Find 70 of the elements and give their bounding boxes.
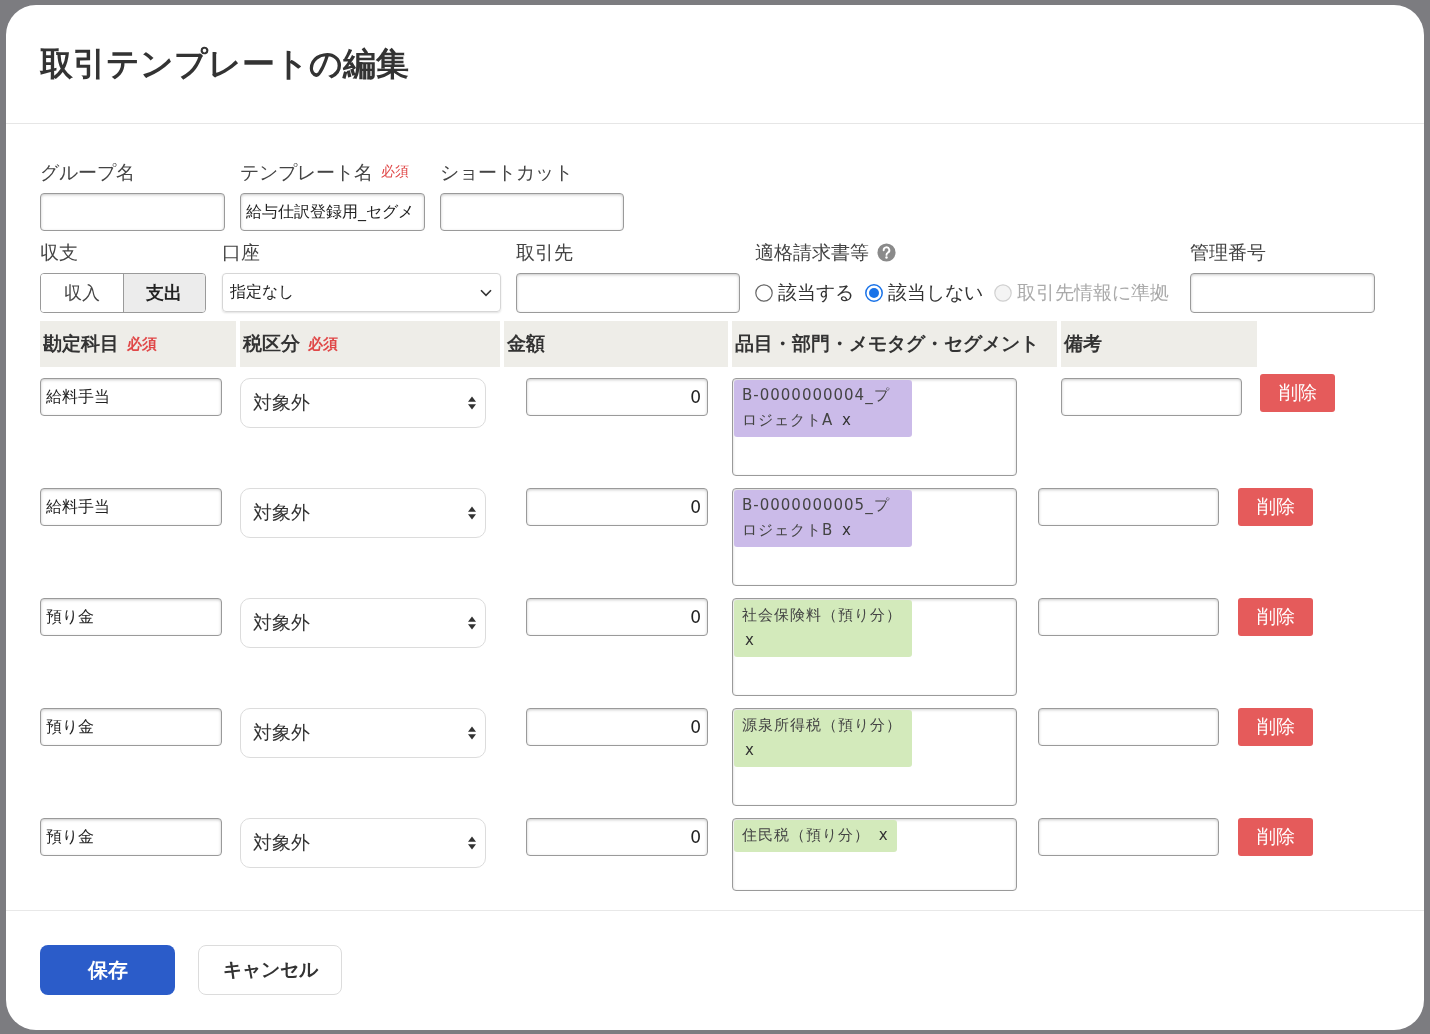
note-field[interactable]	[1038, 818, 1219, 856]
tag-chip[interactable]: B-0000000004_プロジェクトA x	[734, 380, 912, 437]
required-label: 必須	[127, 334, 157, 354]
field-label: 取引先	[516, 240, 573, 264]
delete-button[interactable]: 削除	[1238, 488, 1313, 526]
delete-button[interactable]: 削除	[1238, 818, 1313, 856]
delete-button[interactable]: 削除	[1238, 598, 1313, 636]
tag-input-field[interactable]: B-0000000005_プロジェクトB x	[732, 488, 1017, 586]
account-field[interactable]: 預り金	[40, 708, 222, 746]
help-icon[interactable]	[877, 242, 896, 262]
amount-field[interactable]: 0	[526, 378, 708, 416]
tax-select[interactable]: 対象外	[240, 488, 486, 538]
up-down-arrows-icon	[468, 836, 476, 850]
up-down-arrows-icon	[468, 616, 476, 630]
account-field[interactable]: 預り金	[40, 598, 222, 636]
note-field[interactable]	[1061, 378, 1242, 416]
tax-select[interactable]: 対象外	[240, 708, 486, 758]
amount-field[interactable]: 0	[526, 598, 708, 636]
note-field[interactable]	[1038, 488, 1219, 526]
amount-field[interactable]: 0	[526, 818, 708, 856]
input-field[interactable]	[40, 193, 225, 231]
tax-select[interactable]: 対象外	[240, 598, 486, 648]
amount-field[interactable]: 0	[526, 488, 708, 526]
delete-button[interactable]: 削除	[1260, 374, 1335, 412]
save-button[interactable]: 保存	[40, 945, 175, 995]
field-label: 口座	[222, 240, 260, 264]
column-title: 勘定科目	[43, 331, 119, 356]
field-label: 適格請求書等	[755, 240, 869, 264]
tag-chip[interactable]: 社会保険料（預り分） x	[734, 600, 912, 657]
tag-chip[interactable]: 源泉所得税（預り分） x	[734, 710, 912, 767]
field-label: 管理番号	[1190, 240, 1266, 264]
radio-option[interactable]: 該当しない	[865, 280, 983, 306]
note-field[interactable]	[1038, 708, 1219, 746]
account-field[interactable]: 預り金	[40, 818, 222, 856]
account-field[interactable]: 給料手当	[40, 488, 222, 526]
input-field[interactable]	[1190, 273, 1375, 313]
tag-input-field[interactable]: 源泉所得税（預り分） x	[732, 708, 1017, 806]
radio-option[interactable]: 該当する	[755, 280, 854, 306]
amount-field[interactable]: 0	[526, 708, 708, 746]
up-down-arrows-icon	[468, 396, 476, 410]
chevron-down-icon	[480, 288, 492, 297]
required-label: 必須	[381, 163, 409, 181]
input-field[interactable]	[440, 193, 624, 231]
column-title: 備考	[1064, 331, 1102, 356]
cancel-button[interactable]: キャンセル	[198, 945, 342, 995]
field-label: グループ名	[40, 160, 135, 184]
field-label: テンプレート名	[240, 160, 373, 184]
field-label: ショートカット	[440, 160, 573, 184]
tag-input-field[interactable]: 住民税（預り分） x	[732, 818, 1017, 891]
field-label: 収支	[40, 240, 78, 264]
input-field[interactable]: 給与仕訳登録用_セグメ	[240, 193, 425, 231]
segment-button[interactable]: 支出	[122, 274, 205, 312]
column-title: 品目・部門・メモタグ・セグメント	[735, 331, 1039, 356]
required-label: 必須	[308, 334, 338, 354]
tax-select[interactable]: 対象外	[240, 378, 486, 428]
note-field[interactable]	[1038, 598, 1219, 636]
column-title: 税区分	[243, 331, 300, 356]
tag-input-field[interactable]: 社会保険料（預り分） x	[732, 598, 1017, 696]
account-select[interactable]: 指定なし	[222, 273, 501, 312]
delete-button[interactable]: 削除	[1238, 708, 1313, 746]
tag-chip[interactable]: 住民税（預り分） x	[734, 820, 897, 852]
tag-input-field[interactable]: B-0000000004_プロジェクトA x	[732, 378, 1017, 476]
tax-select[interactable]: 対象外	[240, 818, 486, 868]
input-field[interactable]	[516, 273, 740, 313]
up-down-arrows-icon	[468, 506, 476, 520]
column-title: 金額	[507, 331, 545, 356]
up-down-arrows-icon	[468, 726, 476, 740]
dialog-title: 取引テンプレートの編集	[40, 42, 409, 85]
account-field[interactable]: 給料手当	[40, 378, 222, 416]
tag-chip[interactable]: B-0000000005_プロジェクトB x	[734, 490, 912, 547]
